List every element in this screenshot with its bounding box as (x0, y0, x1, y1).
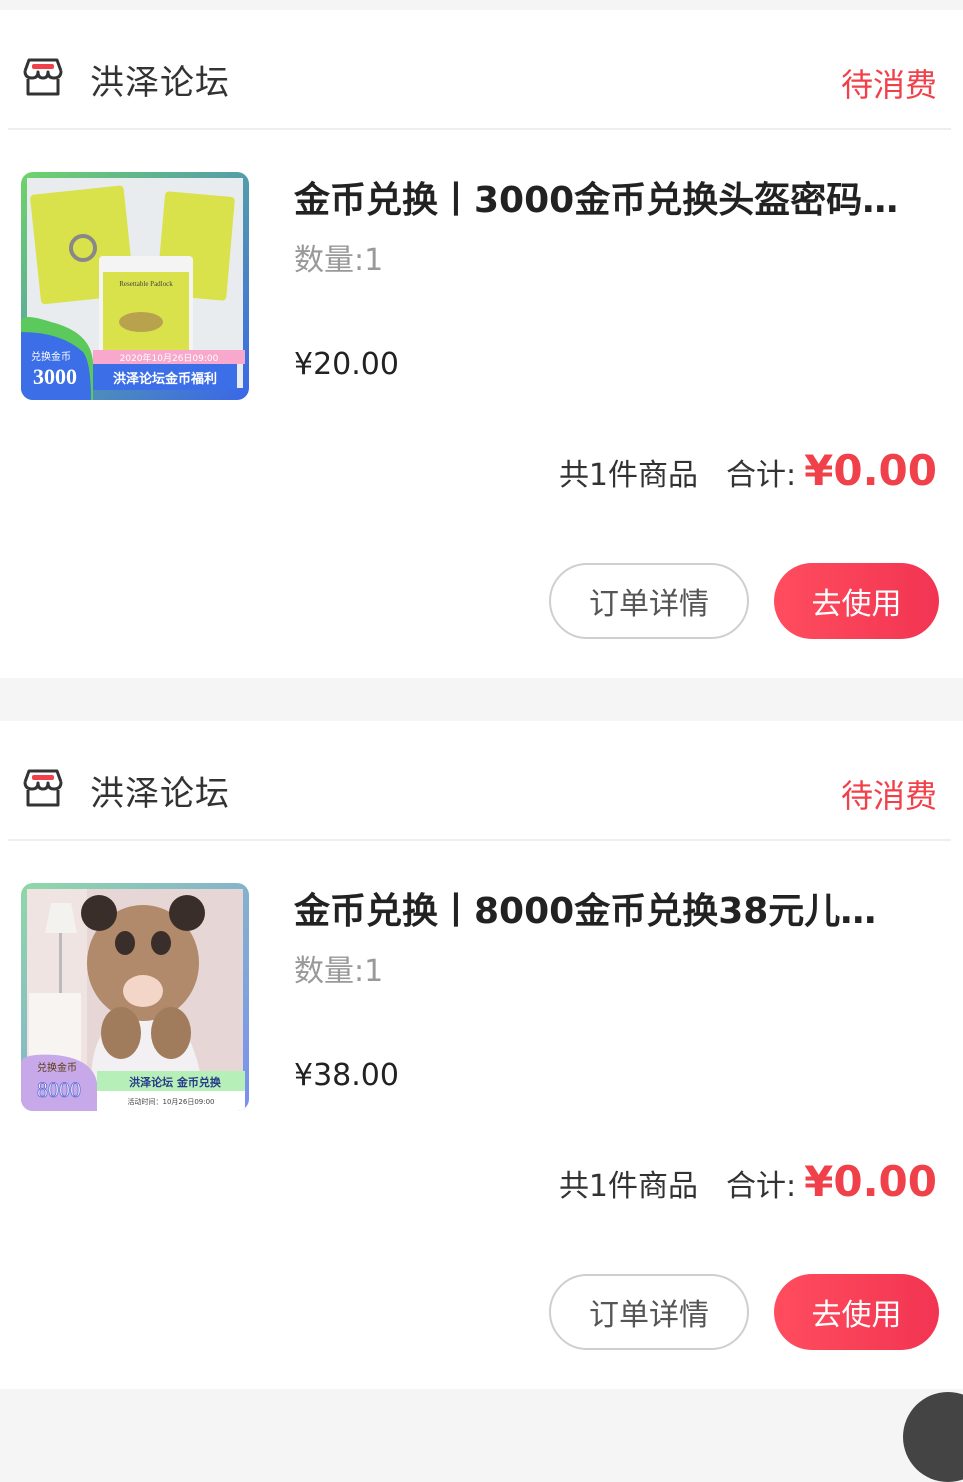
order-detail-button[interactable]: 订单详情 (549, 1274, 749, 1350)
unit-price: ¥38.00 (294, 1058, 399, 1093)
order-status: 待消费 (840, 777, 937, 815)
total-label: 合计: (726, 1169, 797, 1204)
thumb-date: 活动时间：10月26日09:00 (128, 1097, 215, 1106)
divider (8, 839, 951, 841)
order-card-header: 洪泽论坛 待消费 (0, 721, 963, 839)
product-thumbnail[interactable]: 兑换金币 8000 洪泽论坛 金币兑换 活动时间：10月26日09:00 (21, 883, 249, 1111)
total-label: 合计: (726, 458, 797, 493)
shop-icon (23, 58, 63, 96)
floating-action-button[interactable] (903, 1392, 963, 1482)
item-count: 共1件商品 (558, 458, 699, 493)
item-count: 共1件商品 (558, 1169, 699, 1204)
shop-name[interactable]: 洪泽论坛 (90, 58, 230, 108)
order-status: 待消费 (840, 66, 937, 104)
product-title[interactable]: 金币兑换丨3000金币兑换头盔密码… (294, 172, 938, 230)
thumb-banner: 洪泽论坛 金币兑换 (129, 1075, 222, 1089)
quantity: 数量:1 (294, 954, 384, 989)
order-card: 洪泽论坛 待消费 兑换金币 8000 洪泽论坛 金币兑换 活动时间：10月26日… (0, 721, 963, 1389)
total-amount: ¥0.00 (804, 446, 937, 495)
thumb-date: 2020年10月26日09:00 (120, 352, 219, 364)
use-button[interactable]: 去使用 (774, 1274, 939, 1350)
order-summary: 共1件商品 合计: ¥0.00 (559, 1157, 937, 1227)
order-detail-button[interactable]: 订单详情 (549, 563, 749, 639)
unit-price: ¥20.00 (294, 347, 399, 382)
thumb-badge-label: 兑换金币 (31, 350, 71, 363)
thumb-badge-value: 3000 (33, 364, 77, 389)
thumb-banner: 洪泽论坛金币福利 (113, 371, 217, 387)
shop-name[interactable]: 洪泽论坛 (90, 769, 230, 819)
divider (8, 128, 951, 130)
quantity: 数量:1 (294, 243, 384, 278)
product-thumbnail[interactable]: Resettable Padlock 兑换金币 3000 2020年10月26日… (21, 172, 249, 400)
thumb-badge-label: 兑换金币 (37, 1061, 77, 1074)
product-image: Resettable Padlock 兑换金币 3000 2020年10月26日… (21, 172, 249, 400)
order-summary: 共1件商品 合计: ¥0.00 (559, 446, 937, 516)
product-image: 兑换金币 8000 洪泽论坛 金币兑换 活动时间：10月26日09:00 (21, 883, 249, 1111)
shop-icon (23, 769, 63, 807)
total-amount: ¥0.00 (804, 1157, 937, 1206)
order-card-header: 洪泽论坛 待消费 (0, 10, 963, 128)
product-title[interactable]: 金币兑换丨8000金币兑换38元儿… (294, 883, 938, 941)
order-card: 洪泽论坛 待消费 Resettable Padlock 兑换金币 3000 20… (0, 10, 963, 678)
thumb-product-label: Resettable Padlock (119, 280, 173, 288)
thumb-badge-value: 8000 (37, 1077, 81, 1102)
use-button[interactable]: 去使用 (774, 563, 939, 639)
